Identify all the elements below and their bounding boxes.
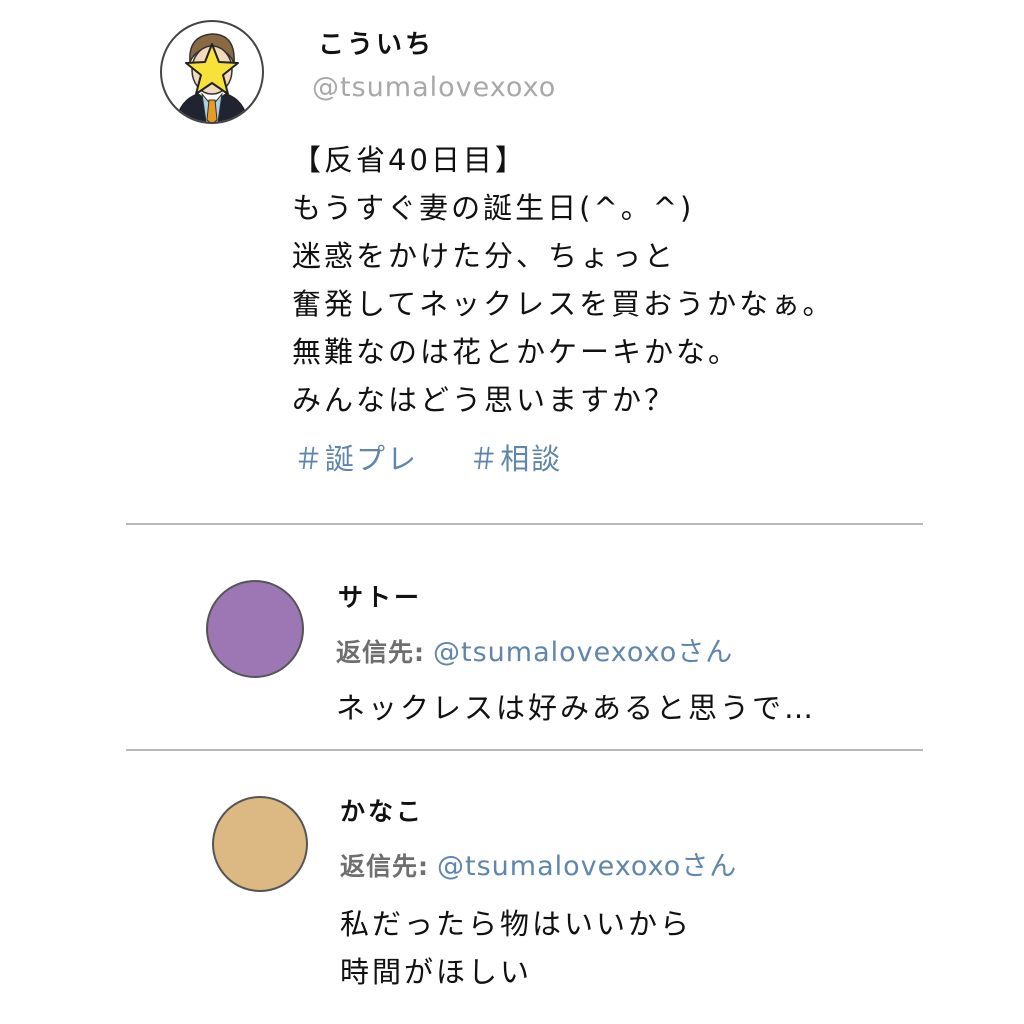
- reply-text-line: ネックレスは好みあると思うで…: [336, 691, 817, 725]
- post-body-line: もうすぐ妻の誕生日(^。^): [292, 191, 695, 225]
- masked-man-avatar-icon: [175, 33, 249, 122]
- reply-text: ネックレスは好みあると思うで…: [336, 684, 816, 732]
- reply-avatar[interactable]: [212, 796, 308, 892]
- reply-avatar[interactable]: [206, 580, 304, 678]
- reply-text-line: 私だったら物はいいから: [340, 907, 693, 941]
- reply-author-name[interactable]: かなこ: [340, 792, 424, 828]
- divider: [126, 523, 923, 525]
- reply-to-label: 返信先:: [340, 852, 429, 881]
- reply-to-handle[interactable]: @tsumalovexoxoさん: [437, 851, 737, 882]
- post-body-line: 迷惑をかけた分、ちょっと: [292, 239, 677, 273]
- post-hashtags: ＃誕プレ ＃相談: [294, 436, 562, 478]
- reply-to-handle[interactable]: @tsumalovexoxoさん: [433, 637, 733, 668]
- post-body-line: 無難なのは花とかケーキかな。: [292, 335, 741, 369]
- reply-text-line: 時間がほしい: [340, 955, 533, 989]
- reply-to-label: 返信先:: [336, 638, 425, 667]
- hashtag-link[interactable]: ＃誕プレ: [294, 436, 418, 478]
- reply-to-line: 返信先: @tsumalovexoxoさん: [340, 844, 737, 883]
- post-body-line: 奮発してネックレスを買おうかなぁ。: [292, 287, 835, 321]
- hashtag-link[interactable]: ＃相談: [469, 436, 562, 478]
- reply-author-name[interactable]: サトー: [338, 578, 422, 614]
- post-body-line: みんなはどう思いますか？: [292, 383, 677, 417]
- post-body: 【反省40日目】 もうすぐ妻の誕生日(^。^) 迷惑をかけた分、ちょっと 奮発し…: [292, 136, 932, 424]
- divider: [126, 749, 923, 751]
- post-author-name[interactable]: こういち: [318, 24, 434, 61]
- post-avatar[interactable]: [160, 20, 264, 124]
- reply-text: 私だったら物はいいから 時間がほしい: [340, 900, 692, 996]
- post-body-line: 【反省40日目】: [292, 143, 527, 177]
- post-author-handle[interactable]: @tsumalovexoxo: [312, 72, 556, 103]
- reply-to-line: 返信先: @tsumalovexoxoさん: [336, 630, 733, 669]
